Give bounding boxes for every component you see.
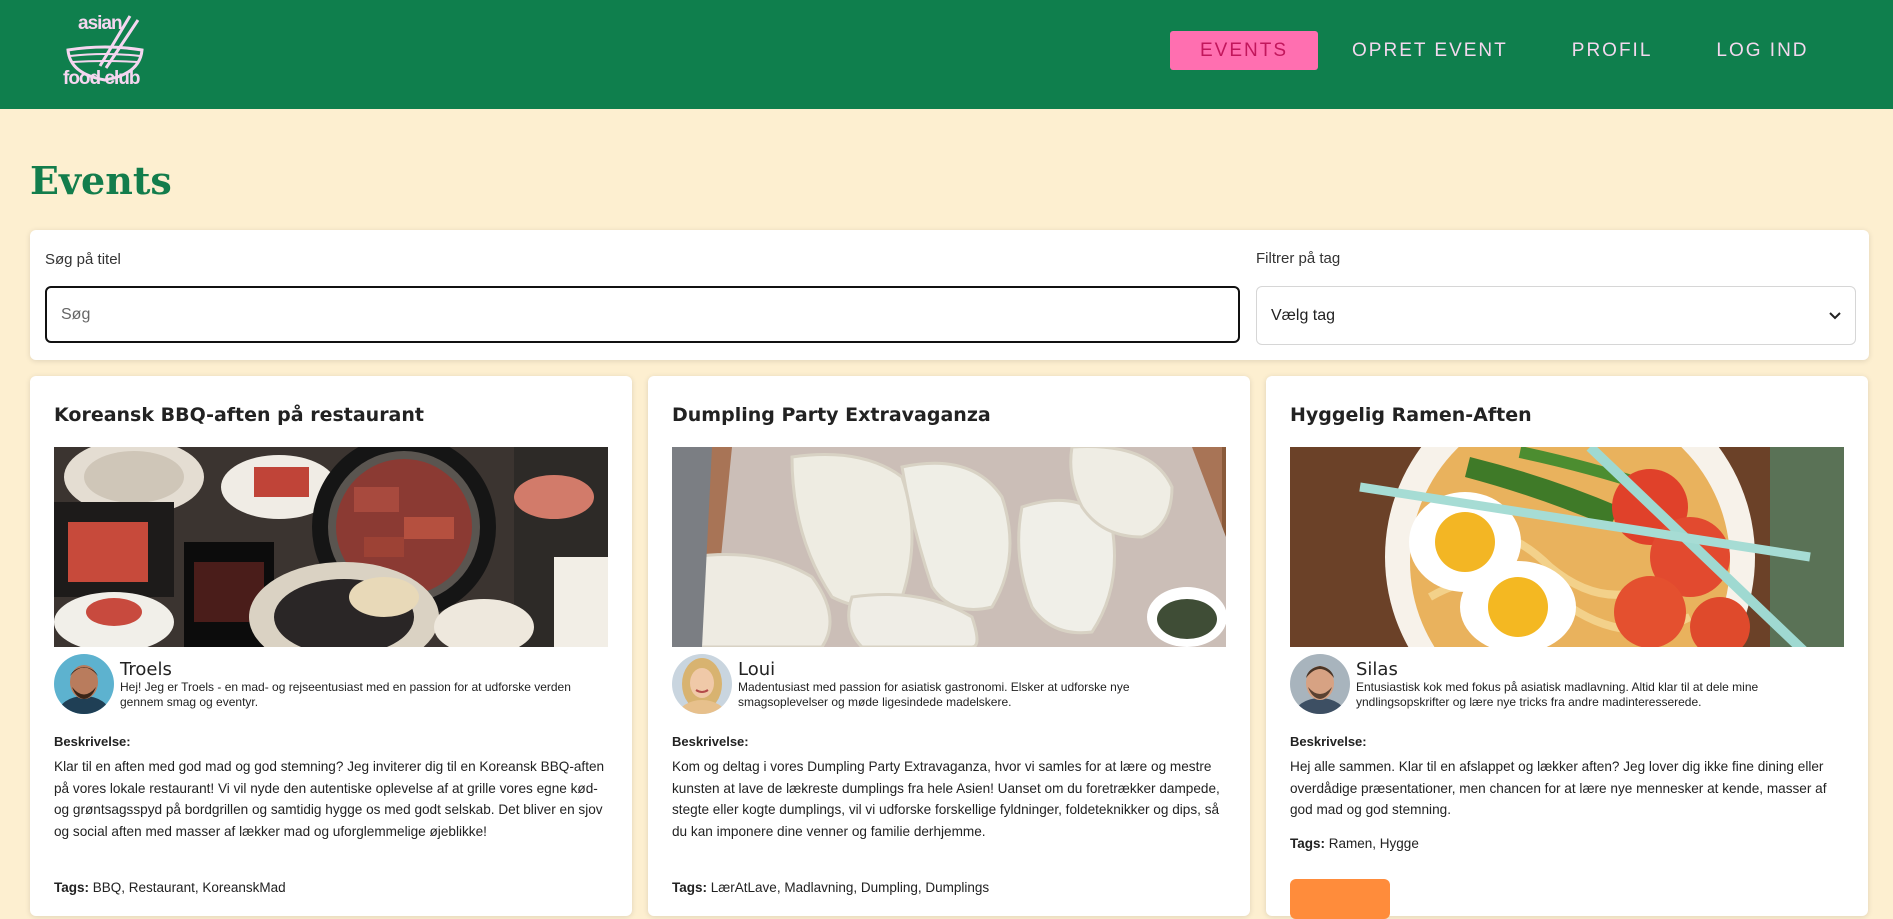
event-tags: Tags: Ramen, Hygge: [1290, 836, 1419, 851]
top-navbar: asian food club EVENTS OPRET EVENT PROFI…: [0, 0, 1893, 109]
author-name[interactable]: Silas: [1356, 659, 1398, 680]
event-tags: Tags: LærAtLave, Madlavning, Dumpling, D…: [672, 880, 989, 895]
tag-select-value: Vælg tag: [1271, 306, 1336, 324]
tag-select[interactable]: Vælg tag: [1256, 286, 1856, 345]
event-title: Dumpling Party Extravaganza: [672, 404, 991, 426]
avatar: [672, 654, 732, 714]
event-card: Dumpling Party Extravaganza Loui Madentu…: [648, 376, 1250, 916]
author-bio: Madentusiast med passion for asiatisk ga…: [738, 680, 1130, 709]
event-description: Hej alle sammen. Klar til en afslappet o…: [1290, 759, 1827, 818]
page-title: Events: [30, 158, 172, 203]
tag-filter-label: Filtrer på tag: [1256, 250, 1341, 267]
nav-item-events[interactable]: EVENTS: [1170, 31, 1319, 70]
nav-item-log-ind[interactable]: LOG IND: [1686, 31, 1838, 70]
korean-bbq-photo: [54, 447, 608, 647]
tags-value: Ramen, Hygge: [1328, 836, 1419, 851]
description-label: Beskrivelse:: [1290, 734, 1367, 749]
join-event-button[interactable]: [1290, 879, 1390, 919]
event-title: Koreansk BBQ-aften på restaurant: [54, 404, 424, 426]
chevron-down-icon: [1829, 308, 1841, 323]
search-label: Søg på titel: [45, 251, 121, 268]
event-card: Koreansk BBQ-aften på restaurant Troels …: [30, 376, 632, 916]
tags-value: LærAtLave, Madlavning, Dumpling, Dumplin…: [710, 880, 990, 895]
author-bio: Hej! Jeg er Troels - en mad- og rejseent…: [120, 680, 571, 709]
main-nav: EVENTS OPRET EVENT PROFIL LOG IND: [1170, 31, 1843, 70]
event-description: Klar til en aften med god mad og god ste…: [54, 759, 605, 839]
tags-value: BBQ, Restaurant, KoreanskMad: [92, 880, 286, 895]
author-name[interactable]: Loui: [738, 659, 775, 680]
author-name[interactable]: Troels: [120, 659, 172, 680]
nav-item-profil[interactable]: PROFIL: [1542, 31, 1683, 70]
tags-label: Tags:: [54, 880, 90, 895]
event-title: Hyggelig Ramen-Aften: [1290, 404, 1532, 426]
event-description: Kom og deltag i vores Dumpling Party Ext…: [672, 759, 1220, 839]
filter-panel: Søg på titel Filtrer på tag Vælg tag: [30, 230, 1869, 360]
description-label: Beskrivelse:: [672, 734, 749, 749]
asian-food-club-logo[interactable]: asian food club: [60, 10, 150, 96]
search-input[interactable]: [45, 286, 1240, 343]
event-card: Hyggelig Ramen-Aften Silas Entusiastisk …: [1266, 376, 1868, 919]
author-bio: Entusiastisk kok med fokus på asiatisk m…: [1356, 680, 1759, 709]
logo-text-top: asian: [78, 13, 123, 34]
nav-item-opret-event[interactable]: OPRET EVENT: [1322, 31, 1538, 70]
event-tags: Tags: BBQ, Restaurant, KoreanskMad: [54, 880, 286, 895]
description-label: Beskrivelse:: [54, 734, 131, 749]
avatar: [1290, 654, 1350, 714]
avatar: [54, 654, 114, 714]
tags-label: Tags:: [672, 880, 708, 895]
logo-text-bottom: food club: [63, 68, 140, 89]
dumplings-photo: [672, 447, 1226, 647]
tags-label: Tags:: [1290, 836, 1326, 851]
ramen-photo: [1290, 447, 1844, 647]
